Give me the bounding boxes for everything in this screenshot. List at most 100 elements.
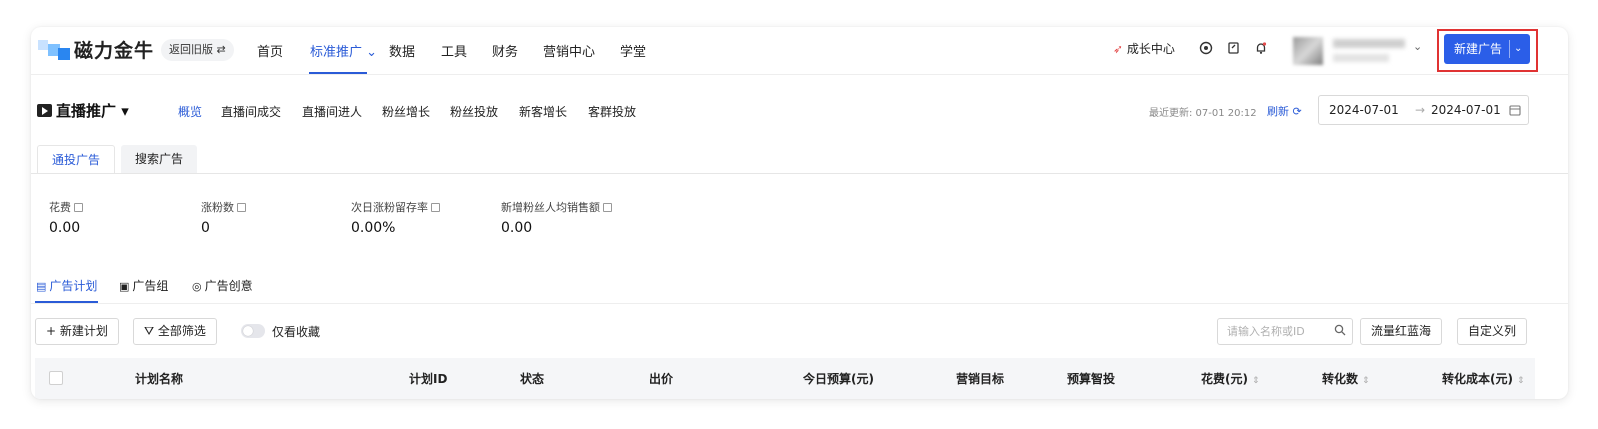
logo-icon [38,38,72,60]
nav-data[interactable]: 数据 [389,41,415,60]
avatar[interactable] [1293,37,1323,65]
help-icon[interactable] [237,203,246,212]
tab-ad-creatives[interactable]: ◎ 广告创意 [192,277,253,294]
help-icon[interactable] [74,203,83,212]
tab-ad-creatives-label: 广告创意 [204,279,253,293]
column-conversions-label: 转化数 [1322,372,1359,386]
date-arrow: → [1415,103,1426,117]
favorites-only-label: 仅看收藏 [272,325,321,339]
search-icon[interactable] [1334,324,1346,339]
account-chevron-down-icon[interactable]: ⌄ [1413,40,1422,53]
tab-broad-ads[interactable]: 通投广告 [37,145,116,173]
subtab-audience-delivery[interactable]: 客群投放 [588,103,636,120]
refresh-button[interactable]: 刷新 ⟳ [1267,103,1302,119]
date-end: 2024-07-01 [1431,103,1501,117]
subtab-fan-delivery[interactable]: 粉丝投放 [450,103,498,120]
info-circle-icon[interactable] [1199,41,1213,55]
live-stream-icon [37,104,52,117]
edit-note-icon[interactable] [1227,41,1241,55]
column-spend-label: 花费(元) [1201,372,1248,386]
new-ad-label: 新建广告 [1454,42,1503,56]
metric-fans-label: 涨粉数 [201,199,246,215]
metric-fan-sales-label: 新增粉丝人均销售额 [501,199,612,215]
sort-icon[interactable]: ⇕ [1362,376,1370,386]
metric-retention-label: 次日涨粉留存率 [351,199,440,215]
help-icon[interactable] [603,203,612,212]
nav-active-indicator [309,72,367,74]
bell-icon[interactable] [1254,41,1268,55]
tab-ad-plans[interactable]: ▤ 广告计划 [36,277,97,294]
column-smart-budget[interactable]: 预算智投 [1067,370,1115,387]
tab-ad-plans-label: 广告计划 [49,279,98,293]
metric-spend-value: 0.00 [49,220,81,236]
calendar-icon [1509,104,1521,119]
metric-fans-value: 0 [201,220,210,236]
return-old-version-button[interactable]: 返回旧版 ⇄ [161,39,234,61]
filter-all-button[interactable]: ⛛ 全部筛选 [133,318,217,345]
search-input[interactable] [1217,318,1353,345]
column-spend[interactable]: 花费(元) ⇕ [1201,370,1260,387]
metric-spend-label: 花费 [49,199,83,215]
nav-tools[interactable]: 工具 [441,41,467,60]
group-icon: ▣ [119,280,130,293]
growth-flag-icon: ➶ [1113,42,1124,56]
traffic-analysis-button[interactable]: 流量红蓝海 [1360,318,1443,345]
creative-icon: ◎ [192,280,202,293]
sort-icon[interactable]: ⇕ [1517,376,1525,386]
sort-icon[interactable]: ⇕ [1252,376,1260,386]
app-window: 磁力金牛 返回旧版 ⇄ 首页 标准推广 ⌄ 数据 工具 财务 营销中心 学堂 ➶… [31,27,1568,399]
subtab-live-deals[interactable]: 直播间成交 [221,103,281,120]
column-plan-id[interactable]: 计划ID [409,370,447,387]
subtab-new-customer-growth[interactable]: 新客增长 [519,103,567,120]
nav-finance[interactable]: 财务 [492,41,518,60]
date-range-picker[interactable]: 2024-07-01 → 2024-07-01 [1318,95,1529,125]
help-icon[interactable] [431,203,440,212]
account-name-blurred [1333,39,1405,48]
nav-marketing-center[interactable]: 营销中心 [543,41,595,60]
growth-center-label: 成长中心 [1126,42,1175,56]
metric-fan-sales-value: 0.00 [501,220,533,236]
new-ad-button[interactable]: 新建广告 ⌄ [1444,34,1530,64]
favorites-only-toggle[interactable] [241,324,265,338]
metric-label-text: 次日涨粉留存率 [351,201,428,214]
metric-label-text: 新增粉丝人均销售额 [501,201,600,214]
plan-icon: ▤ [36,280,47,293]
filter-icon: ⛛ [144,324,155,338]
column-marketing-goal[interactable]: 营销目标 [956,370,1004,387]
section-selector[interactable]: 直播推广 ▾ [37,100,129,121]
column-status[interactable]: 状态 [520,370,544,387]
metric-retention-value: 0.00% [351,220,396,236]
last-updated-text: 最近更新: 07-01 20:12 [1149,108,1257,119]
new-ad-separator [1509,40,1510,58]
metric-label-text: 花费 [49,201,71,214]
growth-center-link[interactable]: ➶ 成长中心 [1113,40,1175,57]
new-ad-chevron-down-icon[interactable]: ⌄ [1514,34,1522,64]
filter-all-label: 全部筛选 [157,324,206,338]
top-nav-bar: 磁力金牛 返回旧版 ⇄ 首页 标准推广 ⌄ 数据 工具 财务 营销中心 学堂 ➶… [31,27,1568,75]
nav-academy[interactable]: 学堂 [620,41,646,60]
metric-label-text: 涨粉数 [201,201,234,214]
column-plan-name[interactable]: 计划名称 [135,370,183,387]
tab-ad-groups-label: 广告组 [132,279,169,293]
subtab-live-visitors[interactable]: 直播间进人 [302,103,362,120]
column-today-budget[interactable]: 今日预算(元) [803,370,874,387]
nav-standard-promotion[interactable]: 标准推广 ⌄ [310,41,377,60]
tab-search-ads[interactable]: 搜索广告 [121,145,198,173]
select-all-checkbox[interactable] [49,371,63,385]
subtab-fan-growth[interactable]: 粉丝增长 [382,103,430,120]
account-id-blurred [1333,54,1389,62]
custom-columns-button[interactable]: 自定义列 [1457,318,1528,345]
column-conversions[interactable]: 转化数 ⇕ [1322,370,1370,387]
column-conversion-cost-label: 转化成本(元) [1442,372,1513,386]
nav-home[interactable]: 首页 [257,41,283,60]
tab-ad-groups[interactable]: ▣ 广告组 [119,277,168,294]
entity-tab-divider [31,303,1568,304]
column-conversion-cost[interactable]: 转化成本(元) ⇕ [1442,370,1525,387]
column-bid[interactable]: 出价 [649,370,673,387]
brand-name: 磁力金牛 [74,40,155,62]
subtab-overview[interactable]: 概览 [178,103,202,120]
new-plan-button[interactable]: + 新建计划 [35,318,119,345]
tab-divider [31,173,1568,174]
section-title: 直播推广 ▾ [56,102,129,120]
date-start: 2024-07-01 [1329,103,1399,117]
